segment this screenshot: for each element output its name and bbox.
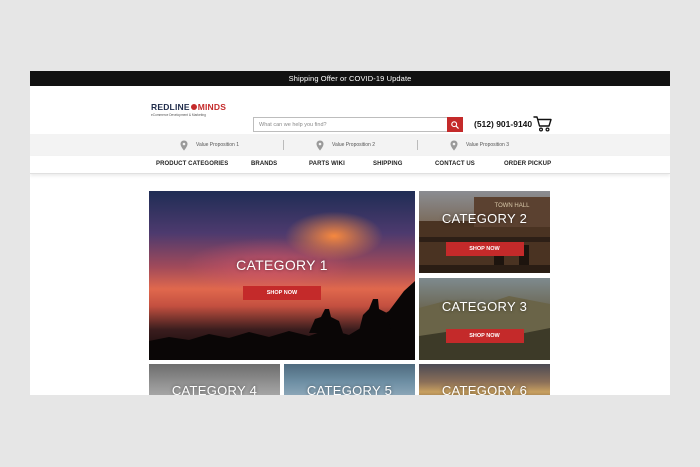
logo-dot-icon xyxy=(190,104,197,110)
cart-icon xyxy=(533,116,552,132)
category-title: CATEGORY 1 xyxy=(236,257,328,273)
announcement-bar[interactable]: Shipping Offer or COVID-19 Update xyxy=(30,71,670,86)
nav-item-contact-us[interactable]: CONTACT US xyxy=(435,161,475,167)
nav-item-shipping[interactable]: SHIPPING xyxy=(373,161,402,167)
category-tile-5[interactable]: CATEGORY 5 xyxy=(284,364,415,395)
category-tile-2[interactable]: TOWN HALL CATEGORY 2 SHOP NOW xyxy=(419,191,550,273)
location-pin-icon xyxy=(180,140,188,150)
category-title: CATEGORY 6 xyxy=(441,383,528,395)
phone-number[interactable]: (512) 901-9140 xyxy=(474,119,532,129)
site-logo[interactable]: REDLINE MINDS eCommerce Development & Mar… xyxy=(151,103,231,118)
category-tile-4[interactable]: CATEGORY 4 xyxy=(149,364,280,395)
value-prop-label: Value Proposition 3 xyxy=(466,142,509,148)
shop-now-button[interactable]: SHOP NOW xyxy=(445,329,524,343)
category-tile-6[interactable]: CATEGORY 6 xyxy=(419,364,550,395)
value-prop-label: Value Proposition 1 xyxy=(196,142,239,148)
shop-now-button[interactable]: SHOP NOW xyxy=(243,286,321,300)
category-title: CATEGORY 3 xyxy=(441,299,528,314)
divider xyxy=(283,140,284,150)
nav-item-product-categories[interactable]: PRODUCT CATEGORIES xyxy=(156,161,228,167)
shop-now-button[interactable]: SHOP NOW xyxy=(445,242,524,256)
nav-item-order-pickup[interactable]: ORDER PICKUP xyxy=(504,161,551,167)
desert-landscape-image xyxy=(419,296,550,360)
logo-tagline: eCommerce Development & Marketing xyxy=(151,113,206,117)
town-hall-image: TOWN HALL xyxy=(419,197,550,273)
logo-wordmark: REDLINE MINDS xyxy=(151,103,231,112)
search-input[interactable] xyxy=(253,117,447,132)
category-title: CATEGORY 5 xyxy=(306,383,393,395)
search-icon xyxy=(451,120,459,129)
category-tile-3[interactable]: CATEGORY 3 SHOP NOW xyxy=(419,278,550,360)
site-header: REDLINE MINDS eCommerce Development & Mar… xyxy=(30,86,670,134)
announcement-text[interactable]: Shipping Offer or COVID-19 Update xyxy=(289,74,412,83)
logo-brand-left: REDLINE xyxy=(151,102,190,112)
cart-button[interactable] xyxy=(533,115,553,133)
sunset-riders-image xyxy=(149,281,415,360)
value-propositions: Value Proposition 1 Value Proposition 2 … xyxy=(30,134,670,156)
value-prop-label: Value Proposition 2 xyxy=(332,142,375,148)
nav-item-parts-wiki[interactable]: PARTS WIKI xyxy=(309,161,345,167)
search-button[interactable] xyxy=(447,117,463,132)
town-hall-sign: TOWN HALL xyxy=(495,203,531,209)
category-title: CATEGORY 4 xyxy=(171,383,258,395)
search-bar xyxy=(253,117,463,132)
location-pin-icon xyxy=(450,140,458,150)
location-pin-icon xyxy=(316,140,324,150)
category-tile-1[interactable]: CATEGORY 1 SHOP NOW xyxy=(149,191,415,360)
value-prop-1: Value Proposition 1 xyxy=(180,134,239,156)
value-prop-3: Value Proposition 3 xyxy=(450,134,509,156)
value-prop-2: Value Proposition 2 xyxy=(316,134,375,156)
nav-item-brands[interactable]: BRANDS xyxy=(251,161,277,167)
category-title: CATEGORY 2 xyxy=(441,211,528,226)
logo-brand-right: MINDS xyxy=(197,102,227,112)
main-nav: PRODUCT CATEGORIES BRANDS PARTS WIKI SHI… xyxy=(30,156,670,174)
divider xyxy=(417,140,418,150)
browser-page: Shipping Offer or COVID-19 Update REDLIN… xyxy=(30,71,670,395)
